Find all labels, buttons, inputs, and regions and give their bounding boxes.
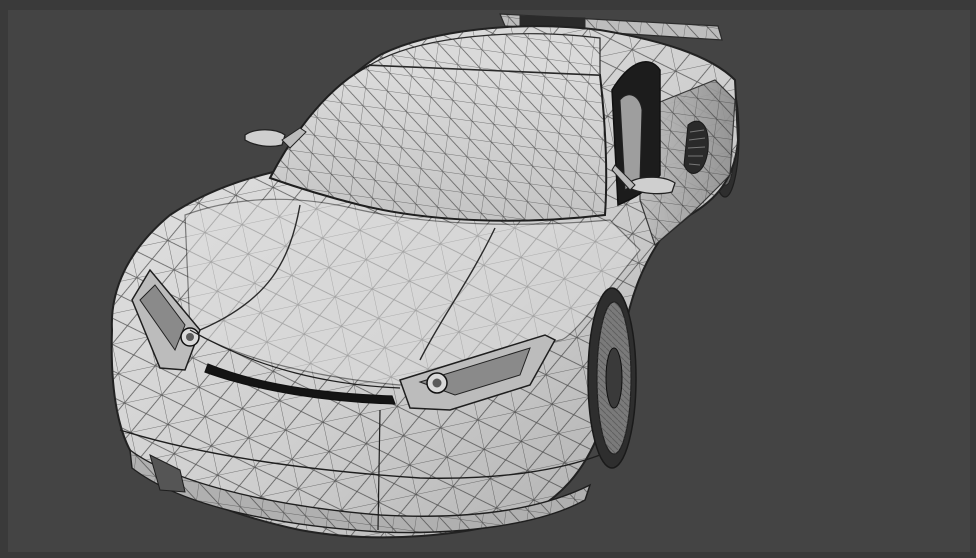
3d-viewport[interactable] [0,0,976,558]
viewport-scene[interactable] [0,0,976,558]
front-right-wheel[interactable] [587,287,637,469]
car-model-render[interactable] [0,0,976,558]
